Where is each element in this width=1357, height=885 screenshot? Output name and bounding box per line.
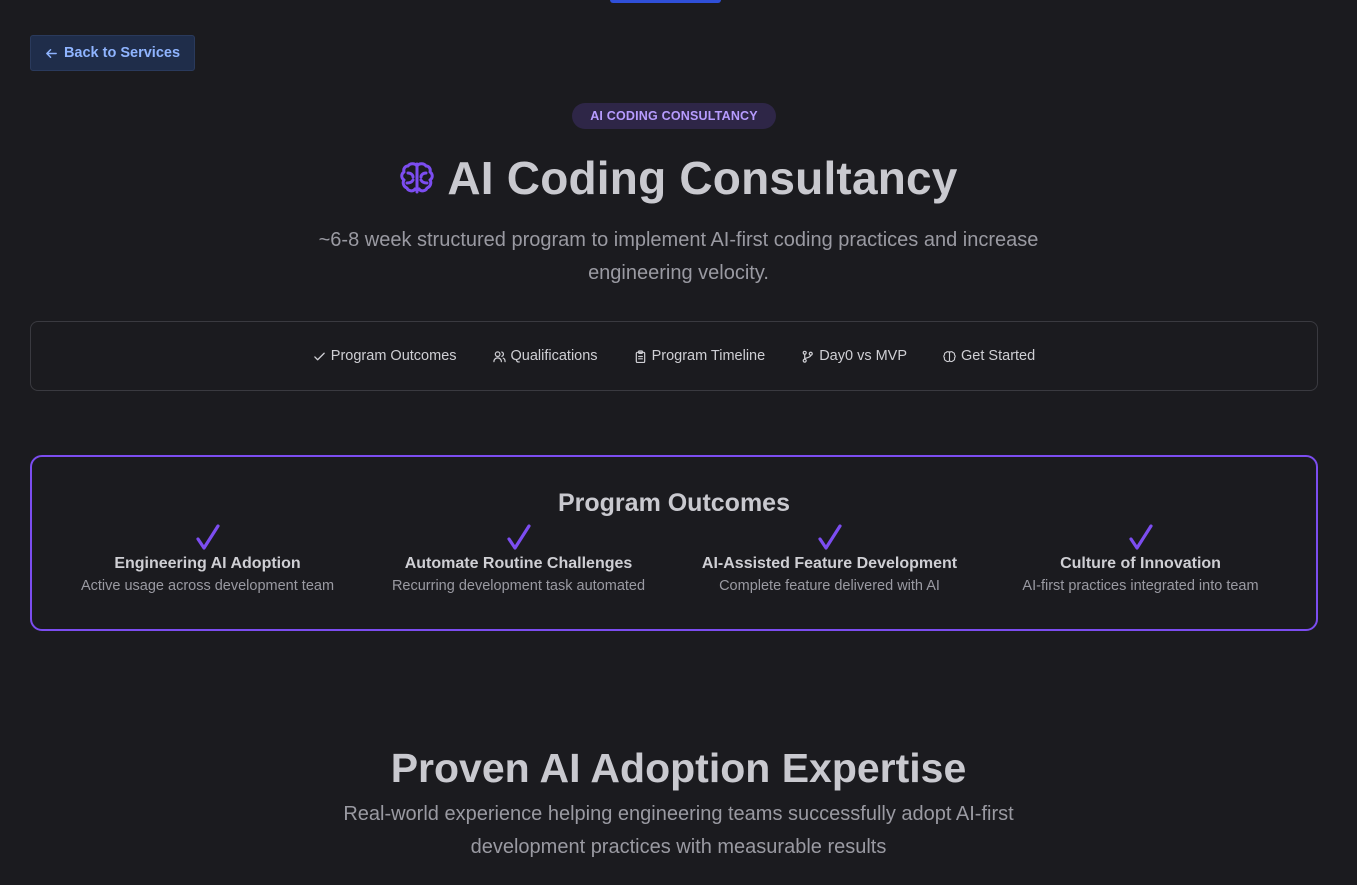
outcome-item: Engineering AI Adoption Active usage acr… xyxy=(52,523,363,595)
brain-icon xyxy=(943,350,956,362)
expertise-title: Proven AI Adoption Expertise xyxy=(390,745,967,791)
program-outcomes-card: Program Outcomes Engineering AI Adoption… xyxy=(30,455,1318,631)
expertise-subtitle: Real-world experience helping engineerin… xyxy=(343,803,1014,858)
outcome-title: AI-Assisted Feature Development xyxy=(701,555,958,572)
nav-item-label: Program Outcomes xyxy=(330,348,457,364)
page-subtitle: ~6-8 week structured program to implemen… xyxy=(318,229,1039,284)
nav-item-label: Qualifications xyxy=(510,348,598,364)
nav-item-qualifications[interactable]: Qualifications xyxy=(492,348,598,364)
users-icon xyxy=(492,350,506,362)
outcome-description: Active usage across development team xyxy=(80,578,335,594)
category-badge: AI CODING CONSULTANCY xyxy=(572,103,776,129)
clipboard-icon xyxy=(635,349,645,363)
back-button-label: Back to Services xyxy=(63,45,181,61)
brain-icon xyxy=(400,162,435,194)
checkmark-icon xyxy=(195,524,220,550)
section-nav: Program Outcomes Qualifications Program … xyxy=(30,321,1318,391)
nav-item-label: Day0 vs MVP xyxy=(819,348,908,364)
top-progress-bar xyxy=(610,0,721,3)
outcome-title: Engineering AI Adoption xyxy=(114,555,301,572)
git-branch-icon xyxy=(802,350,814,363)
outcome-item: Culture of Innovation AI-first practices… xyxy=(985,523,1296,595)
checkmark-icon xyxy=(506,524,531,550)
checkmark-icon xyxy=(1128,524,1153,550)
nav-item-day0-vs-mvp[interactable]: Day0 vs MVP xyxy=(801,348,907,364)
outcome-description: Complete feature delivered with AI xyxy=(719,578,940,594)
back-to-services-button[interactable]: Back to Services xyxy=(30,35,195,71)
page-title: AI Coding Consultancy xyxy=(0,148,1357,208)
nav-item-label: Program Timeline xyxy=(651,348,766,364)
nav-item-program-timeline[interactable]: Program Timeline xyxy=(634,348,766,364)
outcome-title: Automate Routine Challenges xyxy=(404,555,633,572)
outcome-title: Culture of Innovation xyxy=(1060,555,1221,572)
nav-item-get-started[interactable]: Get Started xyxy=(943,348,1035,364)
outcome-item: AI-Assisted Feature Development Complete… xyxy=(674,523,985,595)
nav-item-program-outcomes[interactable]: Program Outcomes xyxy=(313,348,457,364)
outcome-item: Automate Routine Challenges Recurring de… xyxy=(363,523,674,595)
page-title-text: AI Coding Consultancy xyxy=(447,152,958,204)
checkmark-icon xyxy=(817,524,842,550)
outcome-description: AI-first practices integrated into team xyxy=(1022,578,1259,594)
nav-item-label: Get Started xyxy=(961,348,1036,364)
outcomes-title: Program Outcomes xyxy=(557,489,790,517)
arrow-left-icon xyxy=(46,48,57,58)
check-icon xyxy=(314,352,325,360)
outcome-description: Recurring development task automated xyxy=(391,578,646,594)
